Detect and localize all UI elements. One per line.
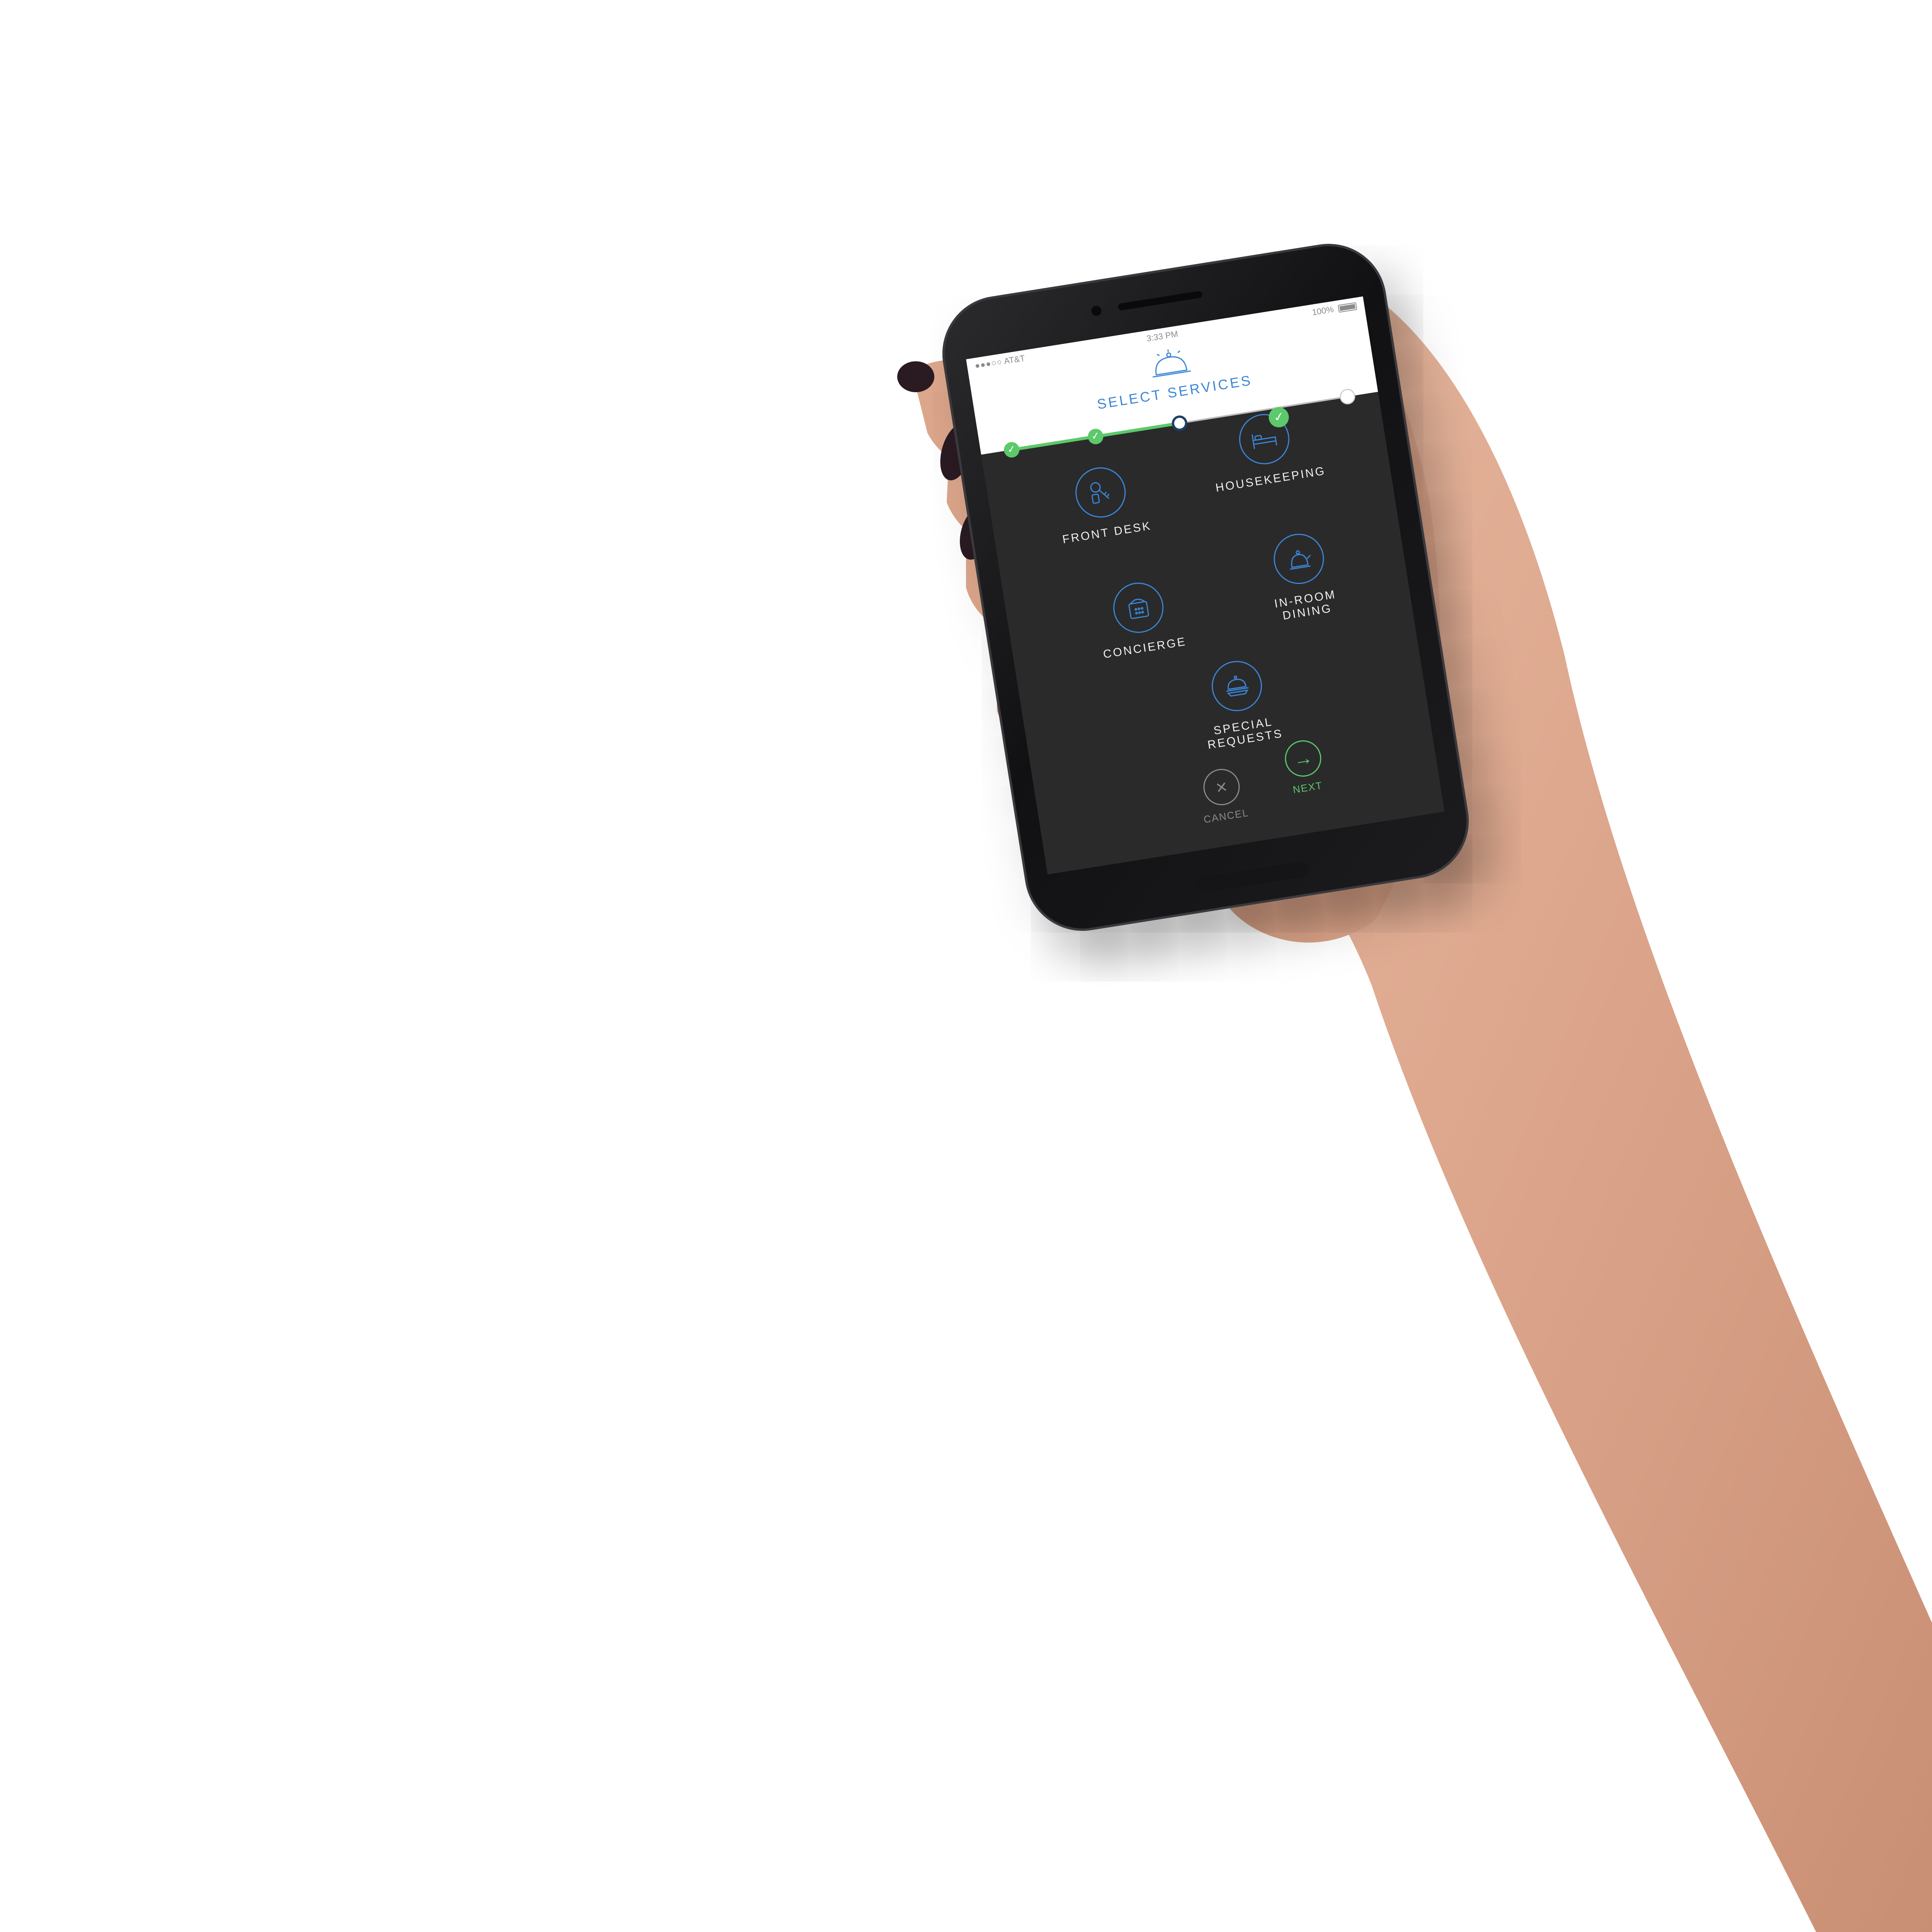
scene: ●●●○○ AT&T 3:33 PM 100% SELECT SERVICES … xyxy=(0,0,1932,1932)
carrier-indicator: ●●●○○ AT&T xyxy=(974,353,1026,371)
status-time: 3:33 PM xyxy=(1146,329,1179,344)
hand-arm-illustration xyxy=(897,270,1932,1932)
step-4-pending xyxy=(1338,388,1357,406)
step-3-current xyxy=(1170,414,1189,432)
front-desk-circle xyxy=(1071,464,1129,521)
phone-bottom-bezel xyxy=(1193,861,1310,894)
close-icon: × xyxy=(1201,766,1243,808)
service-concierge[interactable]: CONCIERGE xyxy=(1077,574,1203,664)
app-screen: ●●●○○ AT&T 3:33 PM 100% SELECT SERVICES … xyxy=(966,296,1445,875)
food-tray-icon xyxy=(1226,675,1249,697)
service-label: HOUSEKEEPING xyxy=(1214,464,1327,495)
tea-kettle-icon xyxy=(1290,550,1311,570)
phone-icon xyxy=(1128,599,1149,619)
keys-icon xyxy=(1090,482,1110,504)
battery-percent: 100% xyxy=(1311,304,1335,317)
special-requests-circle xyxy=(1208,657,1266,715)
carrier-name: AT&T xyxy=(1003,353,1026,366)
arrow-right-icon: → xyxy=(1282,738,1324,779)
service-front-desk[interactable]: FRONT DESK xyxy=(1039,459,1165,549)
service-label: FRONT DESK xyxy=(1061,519,1153,546)
bed-icon xyxy=(1252,434,1277,449)
cancel-button[interactable]: × CANCEL xyxy=(1180,763,1265,828)
service-in-room-dining[interactable]: IN-ROOM DINING xyxy=(1238,525,1366,628)
battery-icon xyxy=(1337,302,1357,313)
signal-strength: ●●●○○ xyxy=(974,357,1003,371)
service-label: IN-ROOM DINING xyxy=(1273,588,1337,622)
service-special-requests[interactable]: SPECIAL REQUESTS xyxy=(1164,650,1315,757)
cancel-label: CANCEL xyxy=(1202,806,1250,825)
step-1-complete xyxy=(1003,441,1021,459)
front-camera xyxy=(1090,305,1102,317)
battery-indicator: 100% xyxy=(1311,301,1357,318)
step-2-complete xyxy=(1087,427,1105,446)
housekeeping-circle xyxy=(1235,406,1293,468)
next-label: NEXT xyxy=(1292,779,1323,796)
service-label: CONCIERGE xyxy=(1102,635,1187,661)
earpiece-speaker xyxy=(1117,291,1203,311)
in-room-dining-circle xyxy=(1270,530,1328,588)
service-bell-icon xyxy=(1152,349,1191,378)
next-button[interactable]: → NEXT xyxy=(1262,735,1347,800)
concierge-circle xyxy=(1109,579,1167,637)
